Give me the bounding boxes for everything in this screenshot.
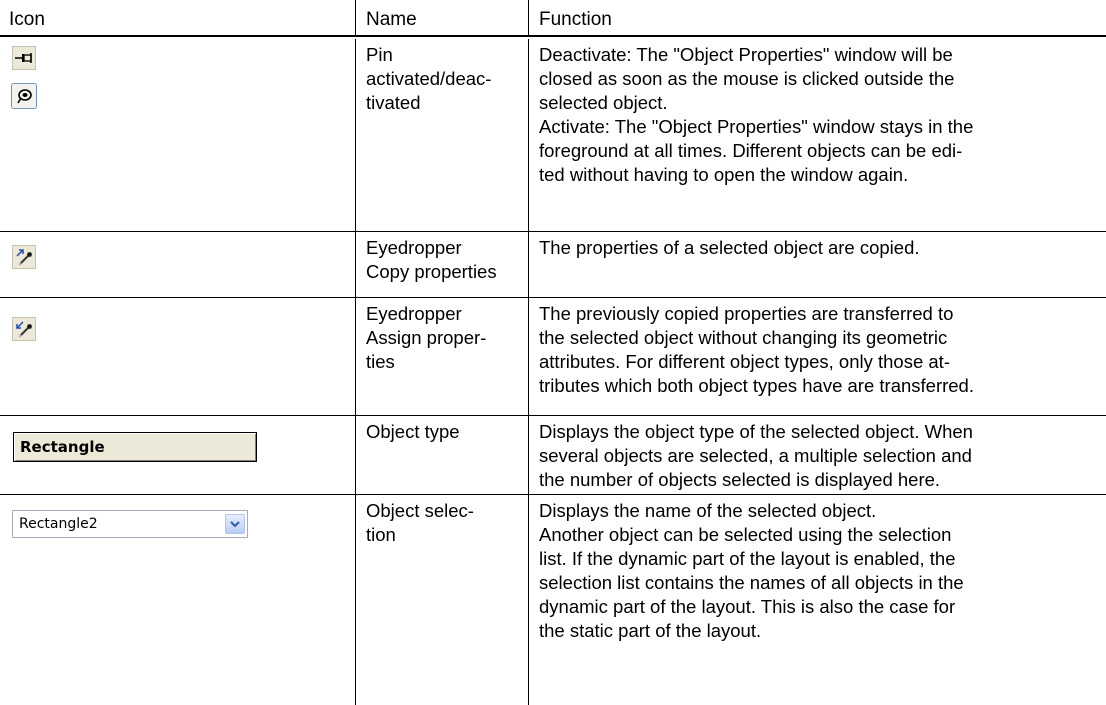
object-selection-value: Rectangle2 [19, 516, 98, 532]
icon-cell [0, 298, 355, 416]
row-function: The previously copied properties are tra… [539, 303, 974, 396]
object-type-field: Rectangle [13, 432, 257, 462]
name-cell: Object type [355, 416, 528, 495]
eyedropper-copy-icon[interactable] [12, 245, 36, 269]
table-row: Pin activated/deac- tivated Deactivate: … [0, 39, 1106, 232]
function-cell: The previously copied properties are tra… [528, 298, 1106, 416]
name-cell: Eyedropper Assign proper- ties [355, 298, 528, 416]
icon-cell [0, 232, 355, 298]
row-name: Object selec- tion [366, 500, 474, 545]
row-function: Displays the name of the selected object… [539, 500, 964, 641]
row-name: Object type [366, 421, 460, 442]
table-row: Eyedropper Assign proper- ties The previ… [0, 298, 1106, 416]
object-selection-dropdown[interactable]: Rectangle2 [12, 510, 248, 538]
row-function: Deactivate: The "Object Properties" wind… [539, 44, 974, 185]
row-function: The properties of a selected object are … [539, 237, 920, 258]
header-function-cell: Function [528, 0, 1106, 37]
header-name-label: Name [366, 9, 417, 30]
function-cell: The properties of a selected object are … [528, 232, 1106, 298]
function-cell: Displays the name of the selected object… [528, 495, 1106, 705]
header-name-cell: Name [355, 0, 528, 37]
pin-activated-icon[interactable] [11, 83, 37, 109]
name-cell: Object selec- tion [355, 495, 528, 705]
row-name: Pin activated/deac- tivated [366, 44, 492, 113]
name-cell: Pin activated/deac- tivated [355, 39, 528, 232]
row-function: Displays the object type of the selected… [539, 421, 973, 490]
header-icon-cell: Icon [0, 0, 355, 37]
icon-cell [0, 39, 355, 232]
table-header: Icon Name Function [0, 0, 1106, 39]
name-cell: Eyedropper Copy properties [355, 232, 528, 298]
header-icon-label: Icon [9, 9, 45, 30]
header-function-label: Function [539, 9, 612, 30]
function-cell: Displays the object type of the selected… [528, 416, 1106, 495]
pin-deactivated-icon[interactable] [12, 46, 36, 70]
table-row: Eyedropper Copy properties The propertie… [0, 232, 1106, 298]
row-name: Eyedropper Copy properties [366, 237, 497, 282]
eyedropper-assign-icon[interactable] [12, 317, 36, 341]
chevron-down-icon[interactable] [225, 514, 245, 534]
function-cell: Deactivate: The "Object Properties" wind… [528, 39, 1106, 232]
row-name: Eyedropper Assign proper- ties [366, 303, 487, 372]
